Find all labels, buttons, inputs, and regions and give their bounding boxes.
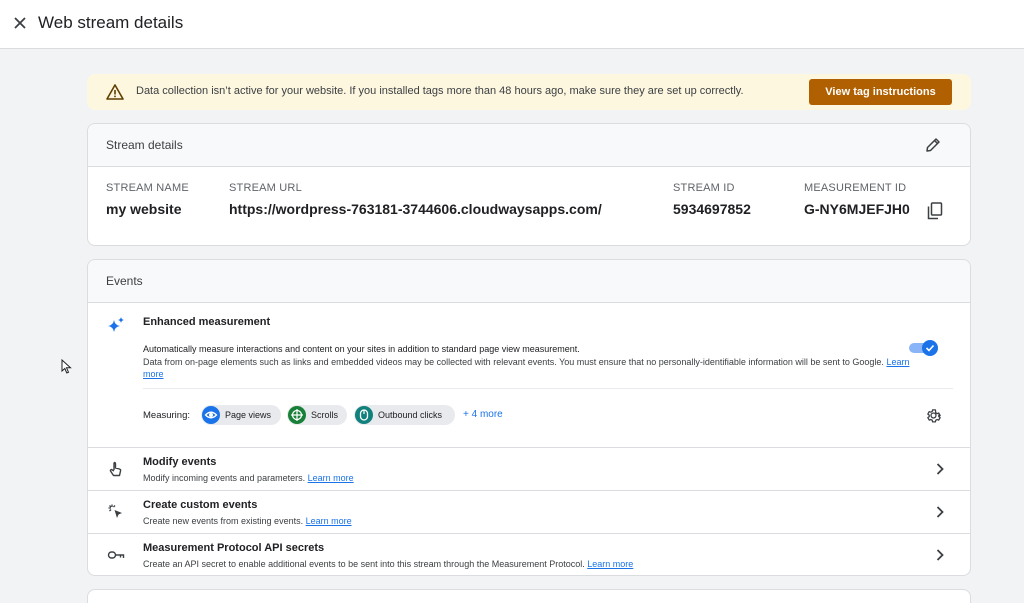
stream-name-field: STREAM NAME my website <box>106 182 189 217</box>
stream-url-value: https://wordpress-763181-3744606.cloudwa… <box>229 201 602 217</box>
events-card: Events Enhanced measurement Automaticall… <box>87 259 971 576</box>
chip-scrolls[interactable]: Scrolls <box>287 405 347 425</box>
stream-id-field: STREAM ID 5934697852 <box>673 182 751 217</box>
measurement-protocol-learn-more[interactable]: Learn more <box>587 559 633 569</box>
divider <box>143 388 953 389</box>
page-title: Web stream details <box>38 13 184 32</box>
events-header: Events <box>88 260 970 303</box>
modify-events-title: Modify events <box>143 456 217 468</box>
measurement-id-field: MEASUREMENT ID G-NY6MJEFJH0 <box>804 182 910 217</box>
next-card <box>87 589 971 603</box>
chip-outbound-clicks[interactable]: Outbound clicks <box>354 405 455 425</box>
mouse-icon <box>355 406 373 424</box>
eye-icon <box>202 406 220 424</box>
create-custom-events-row[interactable]: Create custom events Create new events f… <box>88 490 970 533</box>
measurement-id-label: MEASUREMENT ID <box>804 182 907 194</box>
enhanced-measurement-note-text: Data from on-page elements such as links… <box>143 357 884 367</box>
cursor-sparkle-icon <box>107 503 125 521</box>
modify-events-desc: Modify incoming events and parameters. L… <box>143 473 354 483</box>
measuring-label: Measuring: <box>143 410 190 421</box>
more-measurements-link[interactable]: + 4 more <box>463 409 503 420</box>
gear-icon[interactable] <box>925 407 942 424</box>
stream-id-label: STREAM ID <box>673 182 735 194</box>
close-icon[interactable] <box>11 14 29 32</box>
measurement-protocol-title: Measurement Protocol API secrets <box>143 542 325 554</box>
stream-details-title: Stream details <box>106 138 183 152</box>
touch-icon <box>107 460 125 478</box>
mouse-pointer-icon <box>61 358 72 374</box>
modify-events-learn-more[interactable]: Learn more <box>308 473 354 483</box>
create-custom-events-desc-text: Create new events from existing events. <box>143 516 304 526</box>
stream-url-field: STREAM URL https://wordpress-763181-3744… <box>229 182 602 217</box>
sparkle-icon <box>107 316 125 334</box>
enhanced-measurement-title: Enhanced measurement <box>143 316 271 328</box>
chip-page-views[interactable]: Page views <box>201 405 281 425</box>
create-custom-events-title: Create custom events <box>143 499 258 511</box>
measurement-id-value: G-NY6MJEFJH0 <box>804 201 910 217</box>
create-custom-events-desc: Create new events from existing events. … <box>143 516 352 526</box>
stream-url-label: STREAM URL <box>229 182 302 194</box>
chip-page-views-label: Page views <box>225 410 272 420</box>
enhanced-measurement-section: Enhanced measurement Automatically measu… <box>88 303 970 448</box>
top-bar: Web stream details <box>0 0 1024 49</box>
chip-scrolls-label: Scrolls <box>311 410 339 420</box>
enhanced-measurement-description: Automatically measure interactions and c… <box>143 344 580 354</box>
measurement-protocol-row[interactable]: Measurement Protocol API secrets Create … <box>88 533 970 575</box>
scroll-icon <box>288 406 306 424</box>
stream-name-value: my website <box>106 201 182 217</box>
stream-details-header: Stream details <box>88 124 970 167</box>
stream-name-label: STREAM NAME <box>106 182 189 194</box>
key-icon <box>107 546 125 564</box>
edit-pencil-icon[interactable] <box>924 136 942 154</box>
warning-banner: Data collection isn’t active for your we… <box>87 74 971 110</box>
modify-events-row[interactable]: Modify events Modify incoming events and… <box>88 447 970 490</box>
checkmark-icon <box>922 340 938 356</box>
chip-outbound-clicks-label: Outbound clicks <box>378 410 443 420</box>
stream-details-card: Stream details STREAM NAME my website ST… <box>87 123 971 246</box>
chevron-right-icon <box>934 548 946 562</box>
chevron-right-icon <box>934 505 946 519</box>
measurement-protocol-desc: Create an API secret to enable additiona… <box>143 559 633 569</box>
stream-id-value: 5934697852 <box>673 201 751 217</box>
enhanced-measurement-note: Data from on-page elements such as links… <box>143 356 913 380</box>
warning-icon <box>106 83 124 101</box>
enhanced-measurement-toggle[interactable] <box>909 340 939 356</box>
events-title: Events <box>106 274 143 288</box>
banner-message: Data collection isn’t active for your we… <box>136 85 744 97</box>
measurement-protocol-desc-text: Create an API secret to enable additiona… <box>143 559 585 569</box>
copy-icon[interactable] <box>927 202 943 220</box>
chevron-right-icon <box>934 462 946 476</box>
modify-events-desc-text: Modify incoming events and parameters. <box>143 473 306 483</box>
create-custom-events-learn-more[interactable]: Learn more <box>306 516 352 526</box>
view-tag-instructions-button[interactable]: View tag instructions <box>809 79 952 105</box>
